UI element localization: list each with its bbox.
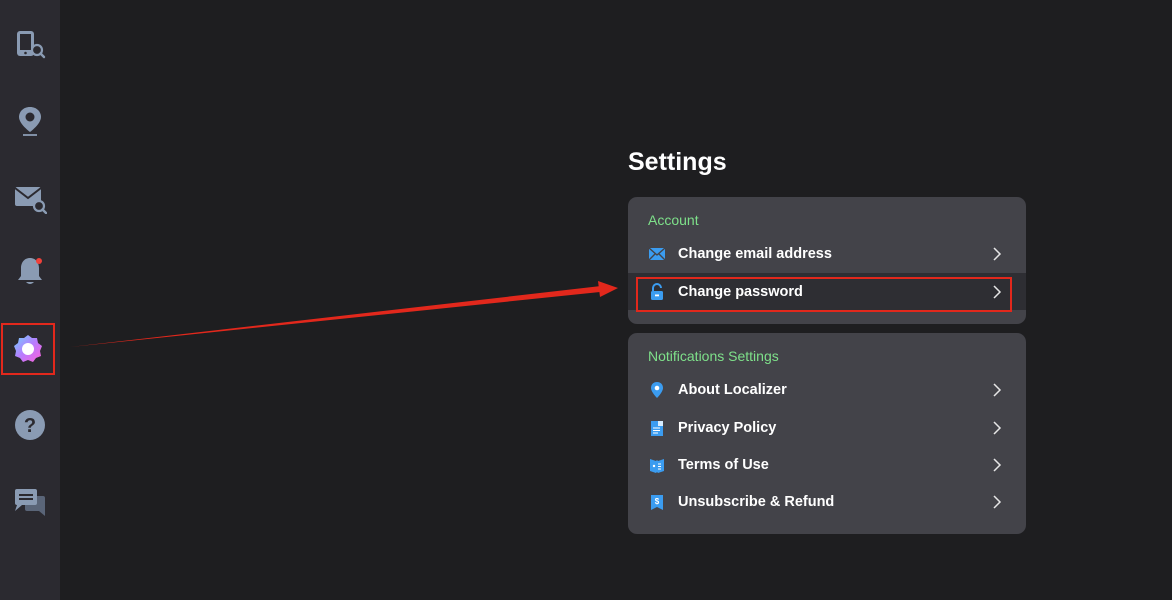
notifications-card: Notifications Settings About Localizer P… xyxy=(628,333,1026,534)
chevron-right-icon xyxy=(993,457,1002,472)
sidebar-item-mail-search[interactable] xyxy=(0,172,60,222)
change-email-label: Change email address xyxy=(678,245,832,262)
account-card: Account Change email address Change pass… xyxy=(628,197,1026,324)
help-icon: ? xyxy=(15,410,45,440)
chevron-right-icon xyxy=(993,494,1002,509)
section-label-notifications: Notifications Settings xyxy=(648,348,779,364)
svg-text:$: $ xyxy=(655,497,660,506)
terms-of-use-row[interactable]: Terms of Use xyxy=(628,446,1026,483)
sidebar-item-settings[interactable] xyxy=(1,323,55,375)
sidebar-item-device-search[interactable] xyxy=(0,20,60,70)
map-pin-icon xyxy=(648,381,666,399)
phone-search-icon xyxy=(17,31,46,59)
document-icon xyxy=(648,419,666,437)
mail-search-icon xyxy=(14,187,47,214)
sidebar-item-notifications[interactable] xyxy=(0,246,60,296)
unsubscribe-refund-row[interactable]: $ Unsubscribe & Refund xyxy=(628,483,1026,520)
privacy-policy-label: Privacy Policy xyxy=(678,419,777,436)
chevron-right-icon xyxy=(993,382,1002,397)
sidebar-item-location[interactable] xyxy=(0,96,60,146)
chat-icon xyxy=(15,489,45,516)
unsubscribe-refund-label: Unsubscribe & Refund xyxy=(678,493,835,510)
terms-of-use-label: Terms of Use xyxy=(678,456,769,473)
page-title: Settings xyxy=(628,148,727,176)
change-email-row[interactable]: Change email address xyxy=(628,235,1026,272)
change-password-row[interactable]: Change password xyxy=(628,273,1026,310)
receipt-icon: $ xyxy=(648,493,666,511)
about-localizer-row[interactable]: About Localizer xyxy=(628,371,1026,408)
about-localizer-label: About Localizer xyxy=(678,381,787,398)
change-password-label: Change password xyxy=(678,283,803,300)
envelope-icon xyxy=(648,245,666,263)
unlock-icon xyxy=(648,282,666,301)
book-icon xyxy=(648,456,666,474)
section-label-account: Account xyxy=(648,212,699,228)
gear-icon xyxy=(14,335,42,362)
sidebar-item-help[interactable]: ? xyxy=(0,400,60,450)
chevron-right-icon xyxy=(993,420,1002,435)
chevron-right-icon xyxy=(993,284,1002,299)
sidebar: ? xyxy=(0,0,60,600)
svg-text:?: ? xyxy=(24,415,36,437)
privacy-policy-row[interactable]: Privacy Policy xyxy=(628,409,1026,446)
notification-badge xyxy=(36,258,42,264)
sidebar-item-chat[interactable] xyxy=(0,476,60,526)
bell-icon xyxy=(18,258,42,284)
chevron-right-icon xyxy=(993,246,1002,261)
map-pin-icon xyxy=(19,107,41,136)
